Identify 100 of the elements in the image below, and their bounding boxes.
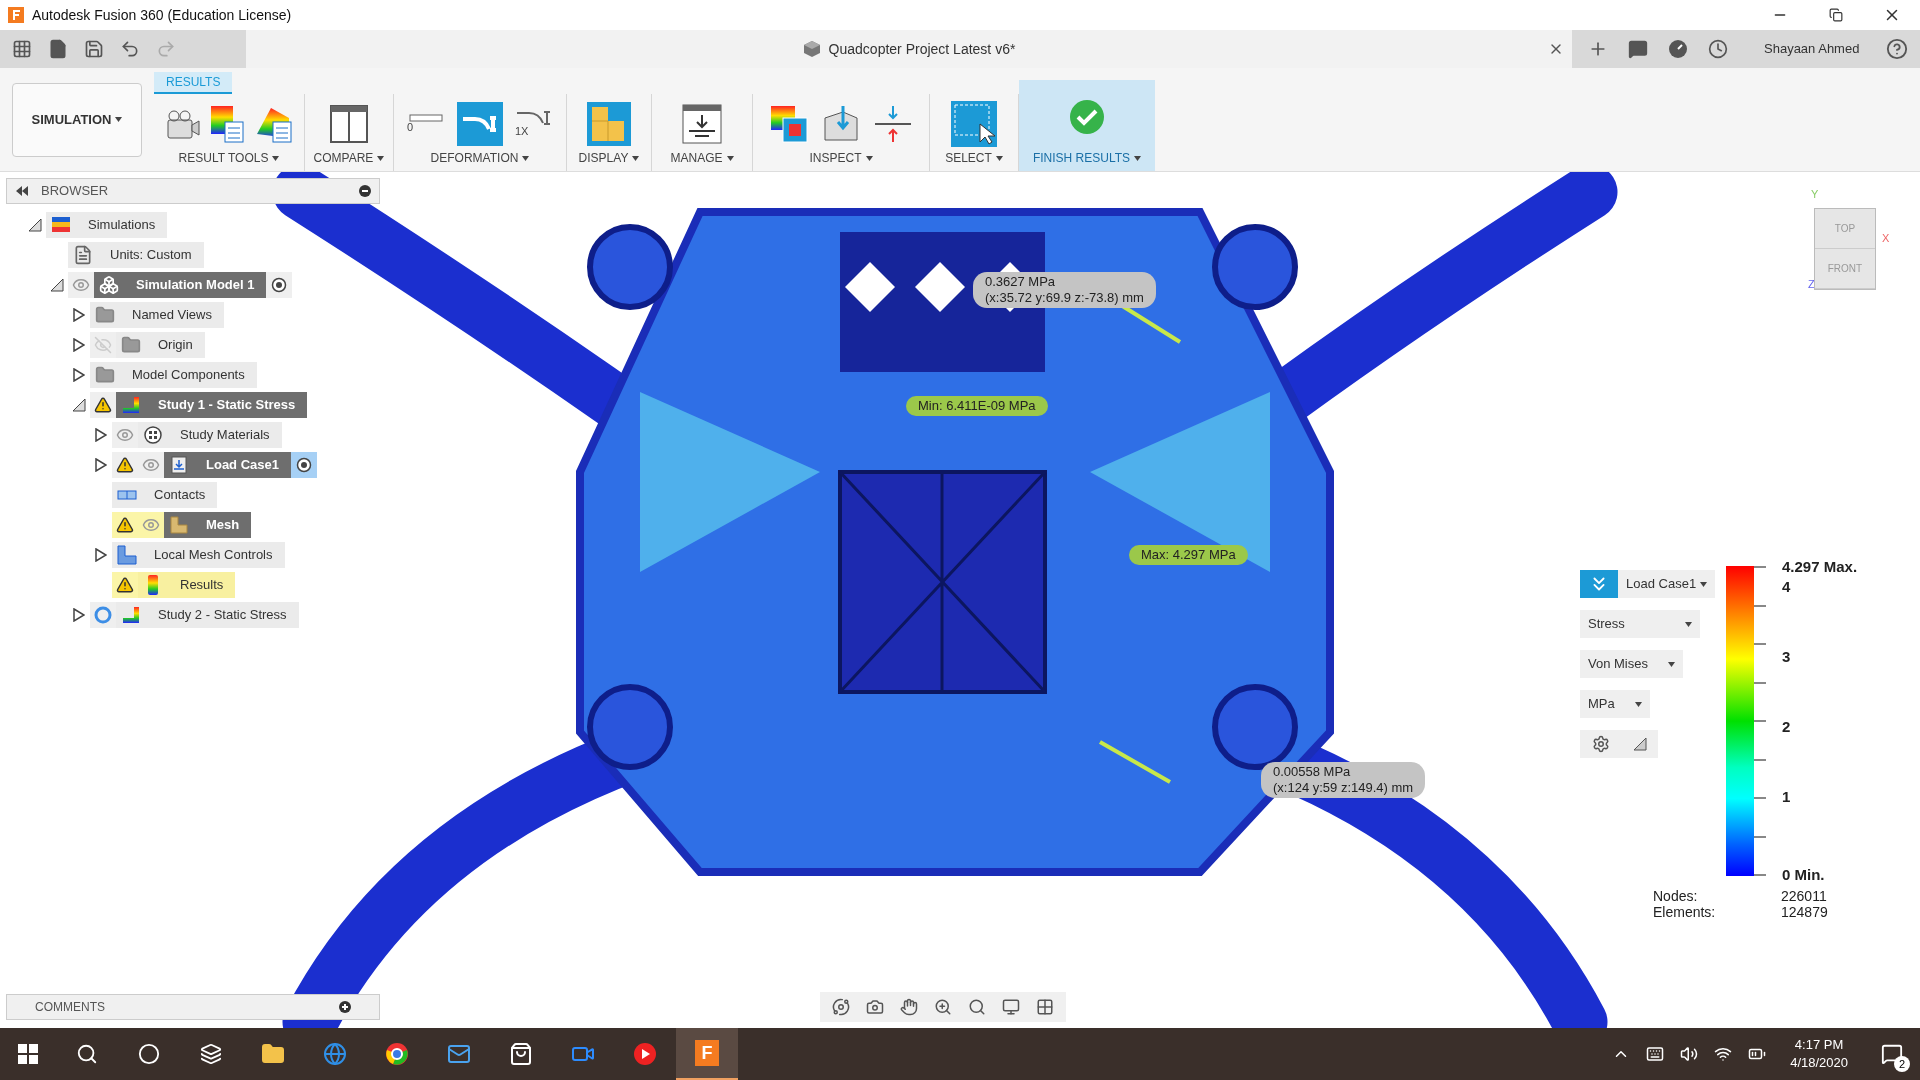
item-label: Load Case1 (206, 456, 279, 475)
browser-item[interactable]: Results (112, 572, 236, 598)
materials-ball-icon (144, 426, 162, 444)
scale-tick-label: 2 (1782, 717, 1791, 737)
apps-grid-icon[interactable] (12, 39, 32, 59)
extreme-value-label: Max: 4.297 MPa (1129, 545, 1248, 565)
group-menu-button[interactable]: FINISH RESULTS (1032, 149, 1142, 167)
result-dropdown[interactable]: MPa (1580, 690, 1650, 718)
pin-icon[interactable] (359, 185, 371, 197)
caret-icon (1685, 621, 1692, 627)
color-plot-icon[interactable] (769, 103, 809, 144)
user-name[interactable]: Shayaan Ahmed (1764, 39, 1860, 59)
zoom-icon[interactable] (934, 998, 952, 1016)
browser-item[interactable]: Study 1 - Static Stress (90, 392, 308, 418)
section-plane-icon[interactable] (873, 103, 913, 144)
grid-icon[interactable] (1036, 998, 1054, 1016)
browser-item[interactable]: Units: Custom (68, 242, 204, 268)
check-icon[interactable] (1069, 98, 1105, 135)
split-view-icon[interactable] (329, 103, 369, 144)
wifi-icon[interactable] (1714, 1045, 1733, 1063)
item-label: Mesh (206, 516, 240, 535)
display-settings-icon[interactable] (1002, 998, 1020, 1016)
workspace-button[interactable]: SIMULATION (12, 82, 142, 157)
browser-item[interactable]: Mesh (112, 512, 252, 538)
browser-item[interactable]: Simulations (46, 212, 168, 238)
window-select-icon[interactable] (950, 99, 998, 148)
scale-label: 0 (407, 122, 414, 133)
deformation-scale-button[interactable]: 1X (511, 101, 557, 146)
browser-item[interactable]: Study Materials (112, 422, 282, 448)
collapsed-triangle-icon[interactable] (73, 608, 85, 622)
collapsed-triangle-icon[interactable] (73, 368, 85, 382)
item-label: Study 2 - Static Stress (158, 606, 287, 625)
speedometer-icon[interactable] (1668, 39, 1688, 59)
activate-control[interactable] (291, 452, 317, 478)
restore-icon[interactable] (1829, 8, 1843, 22)
caret-icon (726, 155, 734, 161)
expanded-triangle-icon[interactable] (50, 278, 64, 292)
collapse-panel-icon[interactable] (15, 186, 29, 196)
triangle-icon[interactable] (1632, 737, 1647, 751)
toggle-legend-icon[interactable] (1580, 570, 1618, 598)
browser-item[interactable]: Origin (90, 332, 205, 358)
expanded-triangle-icon[interactable] (28, 218, 42, 232)
deformation-scale-button[interactable] (457, 101, 503, 146)
expanded-triangle-icon[interactable] (72, 398, 86, 412)
window-title: Autodesk Fusion 360 (Education License) (32, 5, 292, 25)
document-tab[interactable]: Quadcopter Project Latest v6* (246, 30, 1572, 68)
display-icon[interactable] (586, 100, 632, 147)
load-case-dropdown[interactable]: Load Case1 (1618, 570, 1716, 598)
group-menu-button[interactable]: DEFORMATION (430, 149, 530, 167)
folder-icon (121, 335, 141, 355)
pan-icon[interactable] (900, 998, 918, 1016)
radio-dot-icon (271, 277, 288, 293)
time: 4:17 PM (1794, 1036, 1844, 1054)
collapsed-triangle-icon[interactable] (95, 548, 107, 562)
group-menu-button[interactable]: RESULT TOOLS (178, 149, 280, 167)
clock-icon[interactable] (1708, 39, 1728, 59)
group-menu-button[interactable]: MANAGE (670, 149, 734, 167)
group-menu-button[interactable]: COMPARE (313, 149, 385, 167)
scale-tick-label: 1 (1782, 787, 1791, 807)
undo-icon[interactable] (120, 39, 140, 59)
probe-cube-icon[interactable] (821, 103, 861, 144)
volume-icon[interactable] (1680, 1045, 1699, 1063)
clock[interactable]: 4:17 PM 4/18/2020 (1782, 1036, 1856, 1072)
settings-icon[interactable] (1591, 735, 1610, 753)
mesh-controls-icon (117, 545, 137, 565)
group-menu-button[interactable]: DISPLAY (578, 149, 640, 167)
browser-item[interactable]: Local Mesh Controls (112, 542, 285, 568)
save-icon[interactable] (84, 39, 104, 59)
comment-icon[interactable] (1628, 39, 1648, 59)
folder-icon (261, 1042, 285, 1066)
collapsed-triangle-icon[interactable] (73, 338, 85, 352)
orbit-icon[interactable] (832, 998, 850, 1016)
result-dropdown[interactable]: Von Mises (1580, 650, 1683, 678)
group-menu-button[interactable]: INSPECT (809, 149, 873, 167)
caret-icon (522, 155, 530, 161)
layers-icon[interactable] (200, 1043, 222, 1065)
browser-item[interactable]: Named Views (90, 302, 224, 328)
stress-study-icon (122, 396, 140, 414)
browser-item[interactable]: Study 2 - Static Stress (90, 602, 299, 628)
collapsed-triangle-icon[interactable] (95, 458, 107, 472)
circle-icon[interactable] (138, 1043, 160, 1065)
plot-legend-icon[interactable] (209, 103, 245, 144)
group-menu-button[interactable]: SELECT (945, 149, 1003, 167)
deformation-scale-button[interactable]: 0 (403, 101, 449, 146)
mesh-icon (170, 516, 188, 534)
collapsed-triangle-icon[interactable] (73, 308, 85, 322)
collapsed-triangle-icon[interactable] (95, 428, 107, 442)
caret-icon (115, 117, 123, 122)
browser-item[interactable]: Simulation Model 1 (68, 272, 293, 298)
search-icon[interactable] (76, 1043, 98, 1065)
help-icon[interactable] (1886, 38, 1908, 60)
browser-item[interactable]: Model Components (90, 362, 257, 388)
keyboard-icon[interactable] (1646, 1045, 1665, 1063)
file-icon[interactable] (48, 39, 68, 59)
browser-item[interactable]: Load Case1 (112, 452, 317, 478)
browser-item[interactable]: Contacts (112, 482, 218, 508)
result-dropdown[interactable]: Stress (1580, 610, 1700, 638)
eye-icon[interactable] (142, 516, 160, 534)
load-case-icon[interactable] (681, 102, 723, 145)
add-comment-icon[interactable] (339, 1001, 351, 1013)
